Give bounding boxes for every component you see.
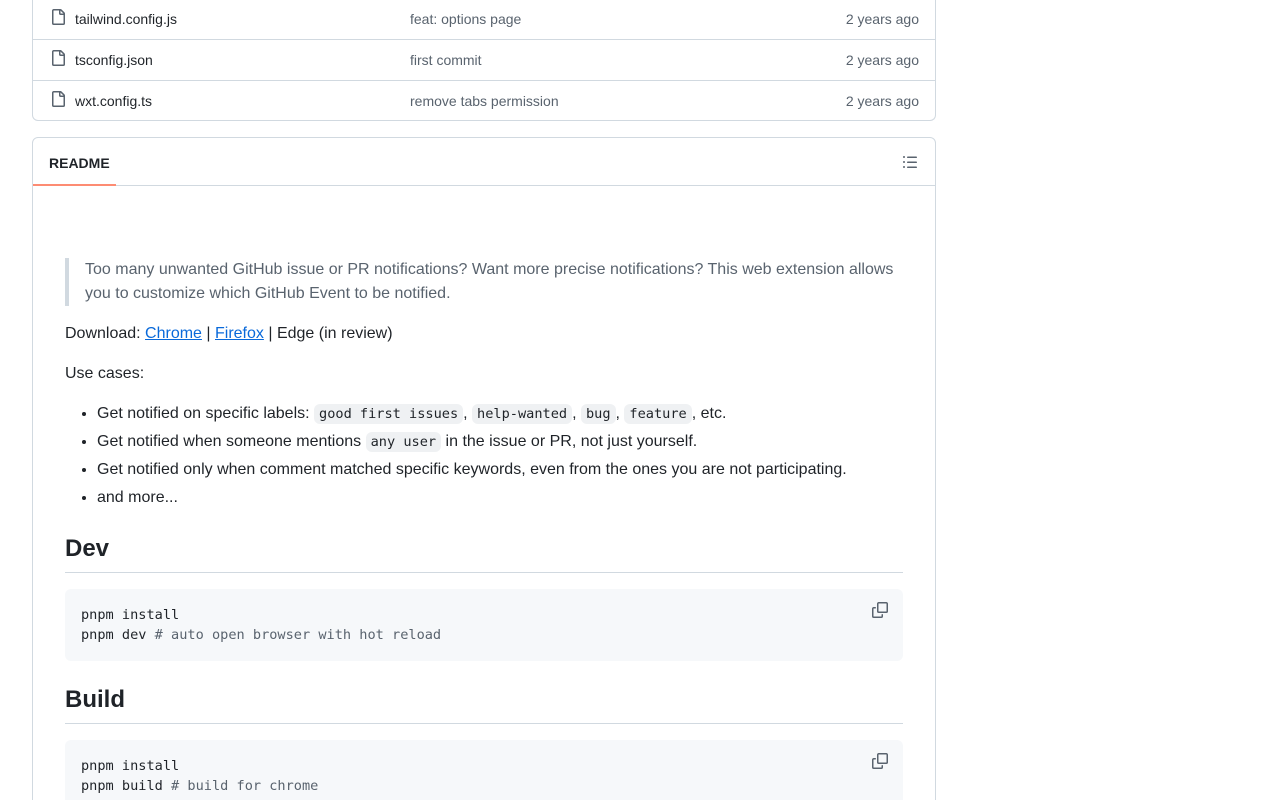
file-row[interactable]: tailwind.config.js feat: options page 2 … xyxy=(33,0,935,40)
code-line: pnpm install xyxy=(81,758,180,774)
file-icon xyxy=(52,50,65,66)
copy-icon[interactable] xyxy=(872,753,888,769)
build-heading: Build xyxy=(65,685,903,724)
code-line: pnpm install xyxy=(81,607,180,623)
file-row[interactable]: tsconfig.json first commit 2 years ago xyxy=(33,40,935,81)
list-item: Get notified on specific labels: good fi… xyxy=(97,402,903,426)
download-label: Download: xyxy=(65,325,146,342)
use-case-text: Get notified on specific labels: xyxy=(97,405,315,422)
file-name[interactable]: tailwind.config.js xyxy=(75,11,177,27)
file-name[interactable]: tsconfig.json xyxy=(75,52,153,68)
comma: , xyxy=(572,405,581,422)
file-list: tailwind.config.js feat: options page 2 … xyxy=(32,0,936,121)
mention-code: any user xyxy=(365,432,442,452)
commit-message[interactable]: remove tabs permission xyxy=(410,93,559,109)
comma: , xyxy=(463,405,473,422)
commit-message[interactable]: feat: options page xyxy=(410,11,521,27)
list-item: and more... xyxy=(97,486,903,510)
commit-date: 2 years ago xyxy=(845,93,919,109)
code-command: pnpm dev xyxy=(81,627,155,643)
readme-content: Too many unwanted GitHub issue or PR not… xyxy=(65,258,903,800)
code-comment: # build for chrome xyxy=(171,778,319,794)
commit-date: 2 years ago xyxy=(845,52,919,68)
commit-date: 2 years ago xyxy=(845,11,919,27)
chrome-link[interactable]: Chrome xyxy=(145,325,202,342)
readme-header: README xyxy=(33,138,935,186)
code-comment: # auto open browser with hot reload xyxy=(154,627,442,643)
file-name[interactable]: wxt.config.ts xyxy=(75,93,152,109)
build-code-block: pnpm install pnpm build # build for chro… xyxy=(65,740,903,800)
code-command: pnpm build xyxy=(81,778,172,794)
code-line: pnpm dev # auto open browser with hot re… xyxy=(81,625,887,645)
label-code: bug xyxy=(580,404,616,424)
commit-message[interactable]: first commit xyxy=(410,52,482,68)
list-item: Get notified when someone mentions any u… xyxy=(97,430,903,454)
use-case-text: Get notified when someone mentions xyxy=(97,433,366,450)
dev-code-block: pnpm install pnpm dev # auto open browse… xyxy=(65,589,903,661)
file-icon xyxy=(52,9,65,25)
intro-blockquote: Too many unwanted GitHub issue or PR not… xyxy=(65,258,903,306)
use-case-end: , etc. xyxy=(691,405,727,422)
file-row[interactable]: wxt.config.ts remove tabs permission 2 y… xyxy=(33,81,935,120)
tab-readme[interactable]: README xyxy=(33,138,116,186)
label-code: help-wanted xyxy=(472,404,573,424)
edge-status: | Edge (in review) xyxy=(263,325,393,342)
use-case-text: in the issue or PR, not just yourself. xyxy=(441,433,698,450)
label-code: feature xyxy=(624,404,692,424)
use-cases-label: Use cases: xyxy=(65,365,145,382)
copy-icon[interactable] xyxy=(872,602,888,618)
dev-heading: Dev xyxy=(65,534,903,573)
label-code: good first issues xyxy=(314,404,464,424)
list-item: Get notified only when comment matched s… xyxy=(97,458,903,482)
download-separator: | xyxy=(201,325,215,342)
file-icon xyxy=(52,91,65,107)
firefox-link[interactable]: Firefox xyxy=(215,325,264,342)
download-line: Download: Chrome | Firefox | Edge (in re… xyxy=(65,322,903,346)
use-cases-list: Get notified on specific labels: good fi… xyxy=(65,402,903,510)
list-unordered-icon[interactable] xyxy=(902,154,918,170)
code-line: pnpm build # build for chrome xyxy=(81,776,887,796)
